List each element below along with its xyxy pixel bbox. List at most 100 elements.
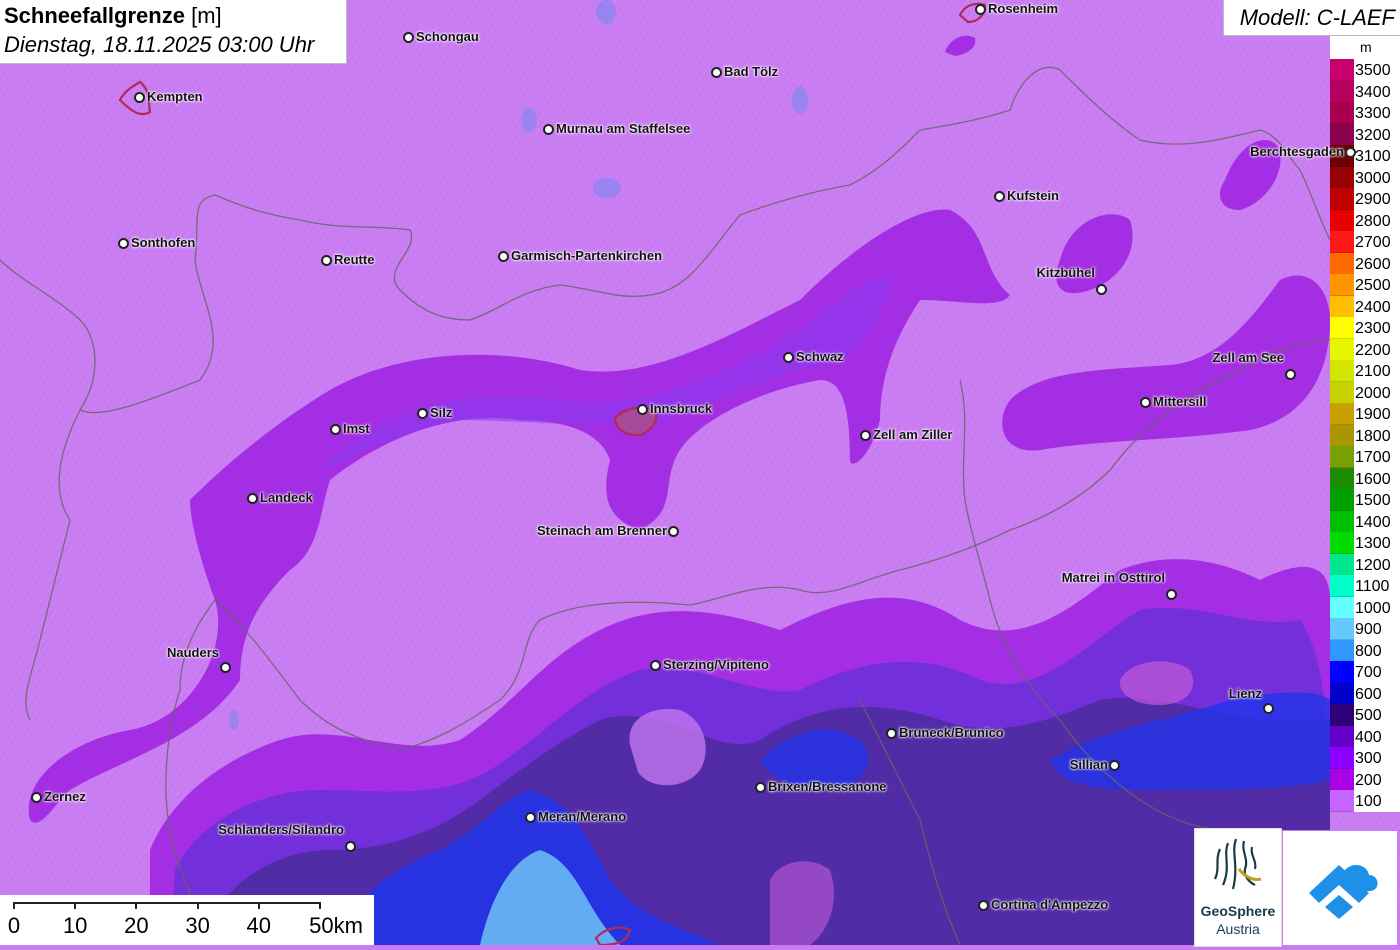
legend-label: 3200 — [1355, 126, 1391, 144]
legend-label: 2400 — [1355, 298, 1391, 316]
forecast-datetime: Dienstag, 18.11.2025 03:00 Uhr — [4, 32, 315, 57]
legend-row: 2600 — [1330, 252, 1400, 275]
city-name: Nauders — [166, 645, 219, 660]
legend-label: 3000 — [1355, 169, 1391, 187]
legend-label: 3300 — [1355, 105, 1391, 122]
legend-label: 3100 — [1355, 148, 1391, 165]
scale-label: 0 — [7, 913, 21, 938]
city-dot-icon — [118, 238, 129, 249]
city-name: Landeck — [260, 490, 313, 505]
city-dot-icon — [860, 430, 871, 441]
city-dot-icon — [321, 255, 332, 266]
city-name: Lienz — [1228, 686, 1262, 701]
legend-label: 400 — [1355, 728, 1382, 746]
model-label-box: Modell: C-LAEF — [1223, 0, 1400, 36]
legend-label: 300 — [1355, 750, 1382, 767]
legend-swatch — [1330, 381, 1354, 404]
legend-row: 2300 — [1330, 317, 1400, 339]
city-name: Schlanders/Silandro — [218, 822, 344, 837]
legend-label: 3500 — [1355, 62, 1391, 79]
legend-swatch — [1330, 209, 1354, 232]
snowline-map[interactable] — [0, 0, 1400, 945]
legend-label: 1000 — [1355, 599, 1391, 617]
legend-swatch — [1330, 575, 1354, 597]
legend-swatch — [1330, 274, 1354, 296]
legend-label: 2100 — [1355, 363, 1391, 380]
city-dot-icon — [711, 67, 722, 78]
legend-row: 1000 — [1330, 596, 1400, 619]
city-name: Reutte — [334, 252, 375, 267]
legend-swatch — [1330, 704, 1354, 726]
city-dot-icon — [975, 4, 986, 15]
scale-label: 30 — [185, 913, 210, 938]
city-name: Sonthofen — [131, 235, 196, 250]
legend-row: 100 — [1330, 790, 1400, 812]
city-name: Zell am Ziller — [873, 427, 953, 442]
legend-row: 1200 — [1330, 553, 1400, 576]
city-name: Meran/Merano — [538, 809, 627, 824]
scale-bar-line — [14, 902, 320, 904]
legend-label: 1900 — [1355, 406, 1391, 423]
city-name: Imst — [343, 421, 370, 436]
legend-row: 1700 — [1330, 446, 1400, 468]
city-name: Innsbruck — [650, 401, 713, 416]
legend-row: 1100 — [1330, 575, 1400, 597]
legend-row: 2000 — [1330, 381, 1400, 404]
city-dot-icon — [330, 424, 341, 435]
legend-swatch — [1330, 661, 1354, 683]
city-name: Matrei in Osttirol — [1061, 570, 1165, 585]
legend-label: 2800 — [1355, 212, 1391, 230]
city-name: Murnau am Staffelsee — [556, 121, 691, 136]
legend-row: 1900 — [1330, 403, 1400, 425]
city-dot-icon — [247, 493, 258, 504]
legend-row: 400 — [1330, 725, 1400, 748]
legend-label: 100 — [1355, 793, 1382, 810]
cloud-arrow-icon — [1309, 864, 1378, 919]
legend-row: 3200 — [1330, 123, 1400, 146]
legend-swatch — [1330, 360, 1354, 382]
legend-swatch — [1330, 489, 1354, 511]
legend-label: 2300 — [1355, 320, 1391, 337]
legend-swatch — [1330, 59, 1354, 81]
legend-row: 3400 — [1330, 80, 1400, 103]
city-name: Kitzbühel — [1036, 265, 1096, 280]
city-dot-icon — [650, 660, 661, 671]
legend-label: 2500 — [1355, 277, 1391, 294]
model-label: Modell: C-LAEF — [1239, 5, 1395, 30]
city-name: Kufstein — [1007, 188, 1059, 203]
city-name: Schwaz — [796, 349, 844, 364]
legend-swatch — [1330, 639, 1354, 662]
legend-row: 800 — [1330, 639, 1400, 662]
legend-row: 200 — [1330, 768, 1400, 791]
city-name: Zell am See — [1212, 350, 1284, 365]
legend-swatch — [1330, 80, 1354, 103]
legend-row: 1300 — [1330, 532, 1400, 554]
legend-label: 600 — [1355, 685, 1382, 703]
legend-swatch — [1330, 123, 1354, 146]
legend-swatch — [1330, 338, 1354, 361]
app-logo[interactable] — [1283, 831, 1397, 945]
legend-label: 1500 — [1355, 492, 1391, 509]
city-name: Cortina d'Ampezzo — [991, 897, 1109, 912]
legend-row: 2200 — [1330, 338, 1400, 361]
legend-swatch — [1330, 510, 1354, 533]
legend-label: 1300 — [1355, 535, 1391, 552]
city-dot-icon — [1285, 369, 1296, 380]
legend-swatch — [1330, 725, 1354, 748]
legend-row: 500 — [1330, 704, 1400, 726]
city-name: Garmisch-Partenkirchen — [511, 248, 663, 263]
city-dot-icon — [783, 352, 794, 363]
city-dot-icon — [1345, 147, 1356, 158]
geosphere-subtitle: Austria — [1216, 921, 1260, 937]
city-name: Rosenheim — [988, 1, 1059, 16]
city-dot-icon — [134, 92, 145, 103]
scale-tick — [257, 902, 260, 909]
geosphere-logo[interactable]: GeoSphere Austria — [1194, 828, 1282, 947]
city-dot-icon — [403, 32, 414, 43]
city-dot-icon — [1109, 760, 1120, 771]
legend-swatch — [1330, 231, 1354, 253]
city-dot-icon — [31, 792, 42, 803]
map-title-box: Schneefallgrenze [m] Dienstag, 18.11.202… — [0, 0, 347, 64]
legend-label: 1700 — [1355, 449, 1391, 466]
city-dot-icon — [525, 812, 536, 823]
